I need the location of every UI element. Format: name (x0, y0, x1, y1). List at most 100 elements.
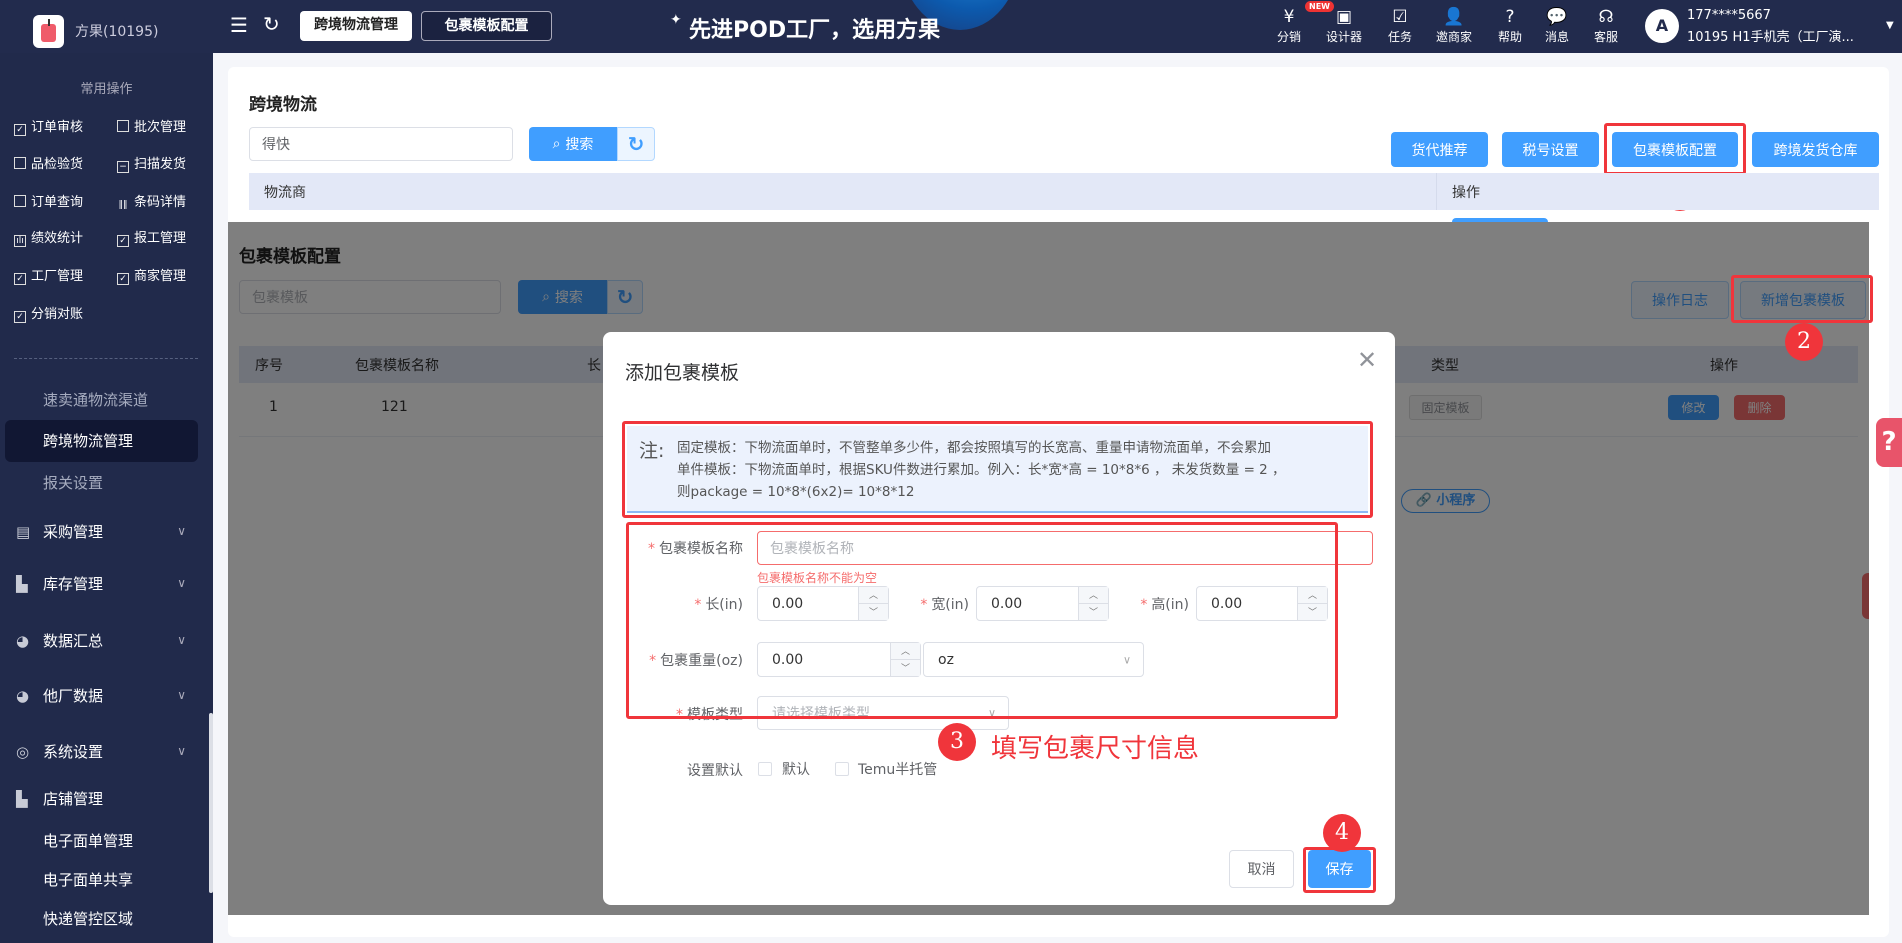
brand-name: 方果(10195) (75, 17, 158, 41)
quick-performance[interactable]: ılı 绩效统计 (14, 227, 83, 247)
sidebar-group-inventory[interactable]: ▙ 库存管理 ∨ (16, 573, 186, 594)
label: 订单审核 (31, 120, 84, 135)
quick-distribution-reconcile[interactable]: ✓ 分销对账 (14, 303, 83, 323)
user-dropdown-icon[interactable]: ▼ (1886, 20, 1894, 31)
tool-distribution[interactable]: ¥ 分销 (1264, 6, 1314, 45)
user-phone: 177****5667 (1687, 8, 1771, 23)
annotation-step-2: 2 (1785, 323, 1823, 361)
chevron-down-icon: ∨ (177, 688, 186, 702)
search-doc-icon (14, 195, 26, 207)
forwarder-recommend-button[interactable]: 货代推荐 (1391, 132, 1488, 167)
label: 订单查询 (31, 195, 84, 210)
tool-customer-service[interactable]: ☊ 客服 (1581, 6, 1631, 45)
sidebar-item-waybill[interactable]: 电子面单管理 (43, 830, 133, 851)
sidebar-item-aliexpress-channel[interactable]: 速卖通物流渠道 (43, 389, 148, 410)
help-icon: ? (1505, 7, 1515, 27)
help-float-button[interactable]: ? (1876, 418, 1902, 467)
tool-invite-merchant[interactable]: 👤 邀商家 (1429, 6, 1479, 45)
checkbox-icon: ✓ (14, 311, 26, 323)
quick-work-report[interactable]: ✓ 报工管理 (117, 227, 186, 247)
avatar[interactable]: A (1645, 9, 1679, 43)
top-header: 方果(10195) ☰ ↻ 跨境物流管理 包裹模板配置 ✦ 先进POD工厂，选用… (0, 0, 1902, 53)
label: 工厂管理 (31, 269, 84, 284)
pie-icon: ◕ (16, 687, 30, 705)
tool-label: 帮助 (1497, 30, 1522, 44)
sidebar-group-data-summary[interactable]: ◕ 数据汇总 ∨ (16, 630, 186, 651)
col-divider (1436, 173, 1437, 210)
quick-order-review[interactable]: ✓ 订单审核 (14, 116, 83, 136)
quick-scan-ship[interactable]: − 扫描发货 (117, 153, 186, 173)
label: 报工管理 (134, 231, 187, 246)
tool-label: 设计器 (1325, 30, 1362, 44)
col-actions: 操作 (1452, 185, 1480, 201)
sidebar: 常用操作 ✓ 订单审核 批次管理 品检验货 − 扫描发货 订单查询 ‖‖ 条码详情 ı… (0, 53, 213, 943)
temu-checkbox[interactable] (835, 762, 849, 776)
chart-icon: ılı (14, 235, 26, 247)
tool-messages[interactable]: 💬 消息 (1532, 6, 1582, 45)
quick-factory[interactable]: ✓ 工厂管理 (14, 265, 83, 285)
label: 采购管理 (43, 523, 104, 541)
label: 库存管理 (43, 575, 104, 593)
default-label: 设置默认 (687, 763, 743, 779)
label: 系统设置 (43, 743, 104, 761)
close-icon[interactable]: ✕ (1357, 346, 1377, 374)
slogan: 先进POD工厂，选用方果 (689, 18, 941, 43)
label: 店铺管理 (43, 790, 104, 808)
brand-id: (10195) (103, 24, 159, 40)
barcode-icon: ‖‖ (118, 200, 128, 210)
label: 数据汇总 (43, 632, 104, 650)
sidebar-group-settings[interactable]: ◎ 系统设置 ∨ (16, 741, 186, 762)
quick-batch[interactable]: 批次管理 (117, 116, 186, 135)
sidebar-scrollbar[interactable] (209, 713, 213, 893)
annotation-box-note (622, 421, 1373, 518)
tool-label: 邀商家 (1435, 30, 1472, 44)
pie-icon: ◕ (16, 632, 30, 650)
lifebuoy-icon: ◎ (16, 743, 30, 761)
sidebar-group-shop[interactable]: ▙ 店铺管理 (16, 788, 186, 809)
tool-designer[interactable]: ▣ 设计器 (1319, 6, 1369, 45)
tool-help[interactable]: ? 帮助 (1485, 6, 1535, 45)
cancel-button[interactable]: 取消 (1229, 850, 1294, 888)
logistics-search-input[interactable]: 得快 (249, 127, 513, 161)
annotation-box-4 (1303, 847, 1376, 893)
checkbox-icon: ✓ (14, 124, 26, 136)
default-checkbox[interactable] (758, 762, 772, 776)
chevron-down-icon: ∨ (177, 524, 186, 538)
temu-option-label: Temu半托管 (858, 762, 938, 778)
tool-tasks[interactable]: ☑ 任务 (1375, 6, 1425, 45)
sidebar-item-customs[interactable]: 报关设置 (43, 472, 103, 493)
tab-package-template[interactable]: 包裹模板配置 (421, 11, 552, 41)
dialog-title: 添加包裹模板 (625, 362, 740, 384)
inspect-icon (14, 157, 26, 169)
annotation-box-3 (626, 522, 1338, 719)
reset-button[interactable]: ↻ (617, 127, 655, 161)
tab-cross-border-logistics[interactable]: 跨境物流管理 (300, 11, 412, 41)
label: 绩效统计 (31, 231, 84, 246)
menu-collapse-icon[interactable]: ☰ (230, 13, 248, 37)
quick-inspection[interactable]: 品检验货 (14, 153, 83, 172)
annotation-box-1 (1604, 123, 1746, 175)
user-icon: 👤 (1443, 7, 1465, 27)
sidebar-group-other-factory[interactable]: ◕ 他厂数据 ∨ (16, 685, 186, 706)
sidebar-item-express-zone[interactable]: 快递管控区域 (43, 908, 133, 929)
default-option-label: 默认 (782, 762, 810, 778)
sidebar-group-purchase[interactable]: ▤ 采购管理 ∨ (16, 521, 186, 542)
label: 条码详情 (134, 195, 187, 210)
checkbox-icon: ✓ (117, 235, 129, 247)
sidebar-item-cross-border[interactable]: 跨境物流管理 (43, 430, 133, 451)
chevron-down-icon: ∨ (177, 744, 186, 758)
quick-order-query[interactable]: 订单查询 (14, 191, 83, 210)
quick-barcode[interactable]: ‖‖ 条码详情 (117, 191, 187, 212)
sidebar-item-waybill-share[interactable]: 电子面单共享 (43, 869, 133, 890)
cross-border-warehouse-button[interactable]: 跨境发货仓库 (1752, 132, 1879, 167)
logistics-table-header: 物流商 操作 (249, 173, 1879, 210)
checkbox-icon: ✓ (117, 273, 129, 285)
quick-merchant[interactable]: ✓ 商家管理 (117, 265, 186, 285)
refresh-icon[interactable]: ↻ (263, 12, 280, 36)
annotation-step-4: 4 (1323, 814, 1361, 852)
batch-icon (117, 120, 129, 132)
annotation-box-2 (1731, 275, 1873, 323)
tax-id-settings-button[interactable]: 税号设置 (1502, 132, 1599, 167)
search-button[interactable]: ⌕ 搜索 (529, 127, 617, 161)
tool-label: 客服 (1593, 30, 1618, 44)
